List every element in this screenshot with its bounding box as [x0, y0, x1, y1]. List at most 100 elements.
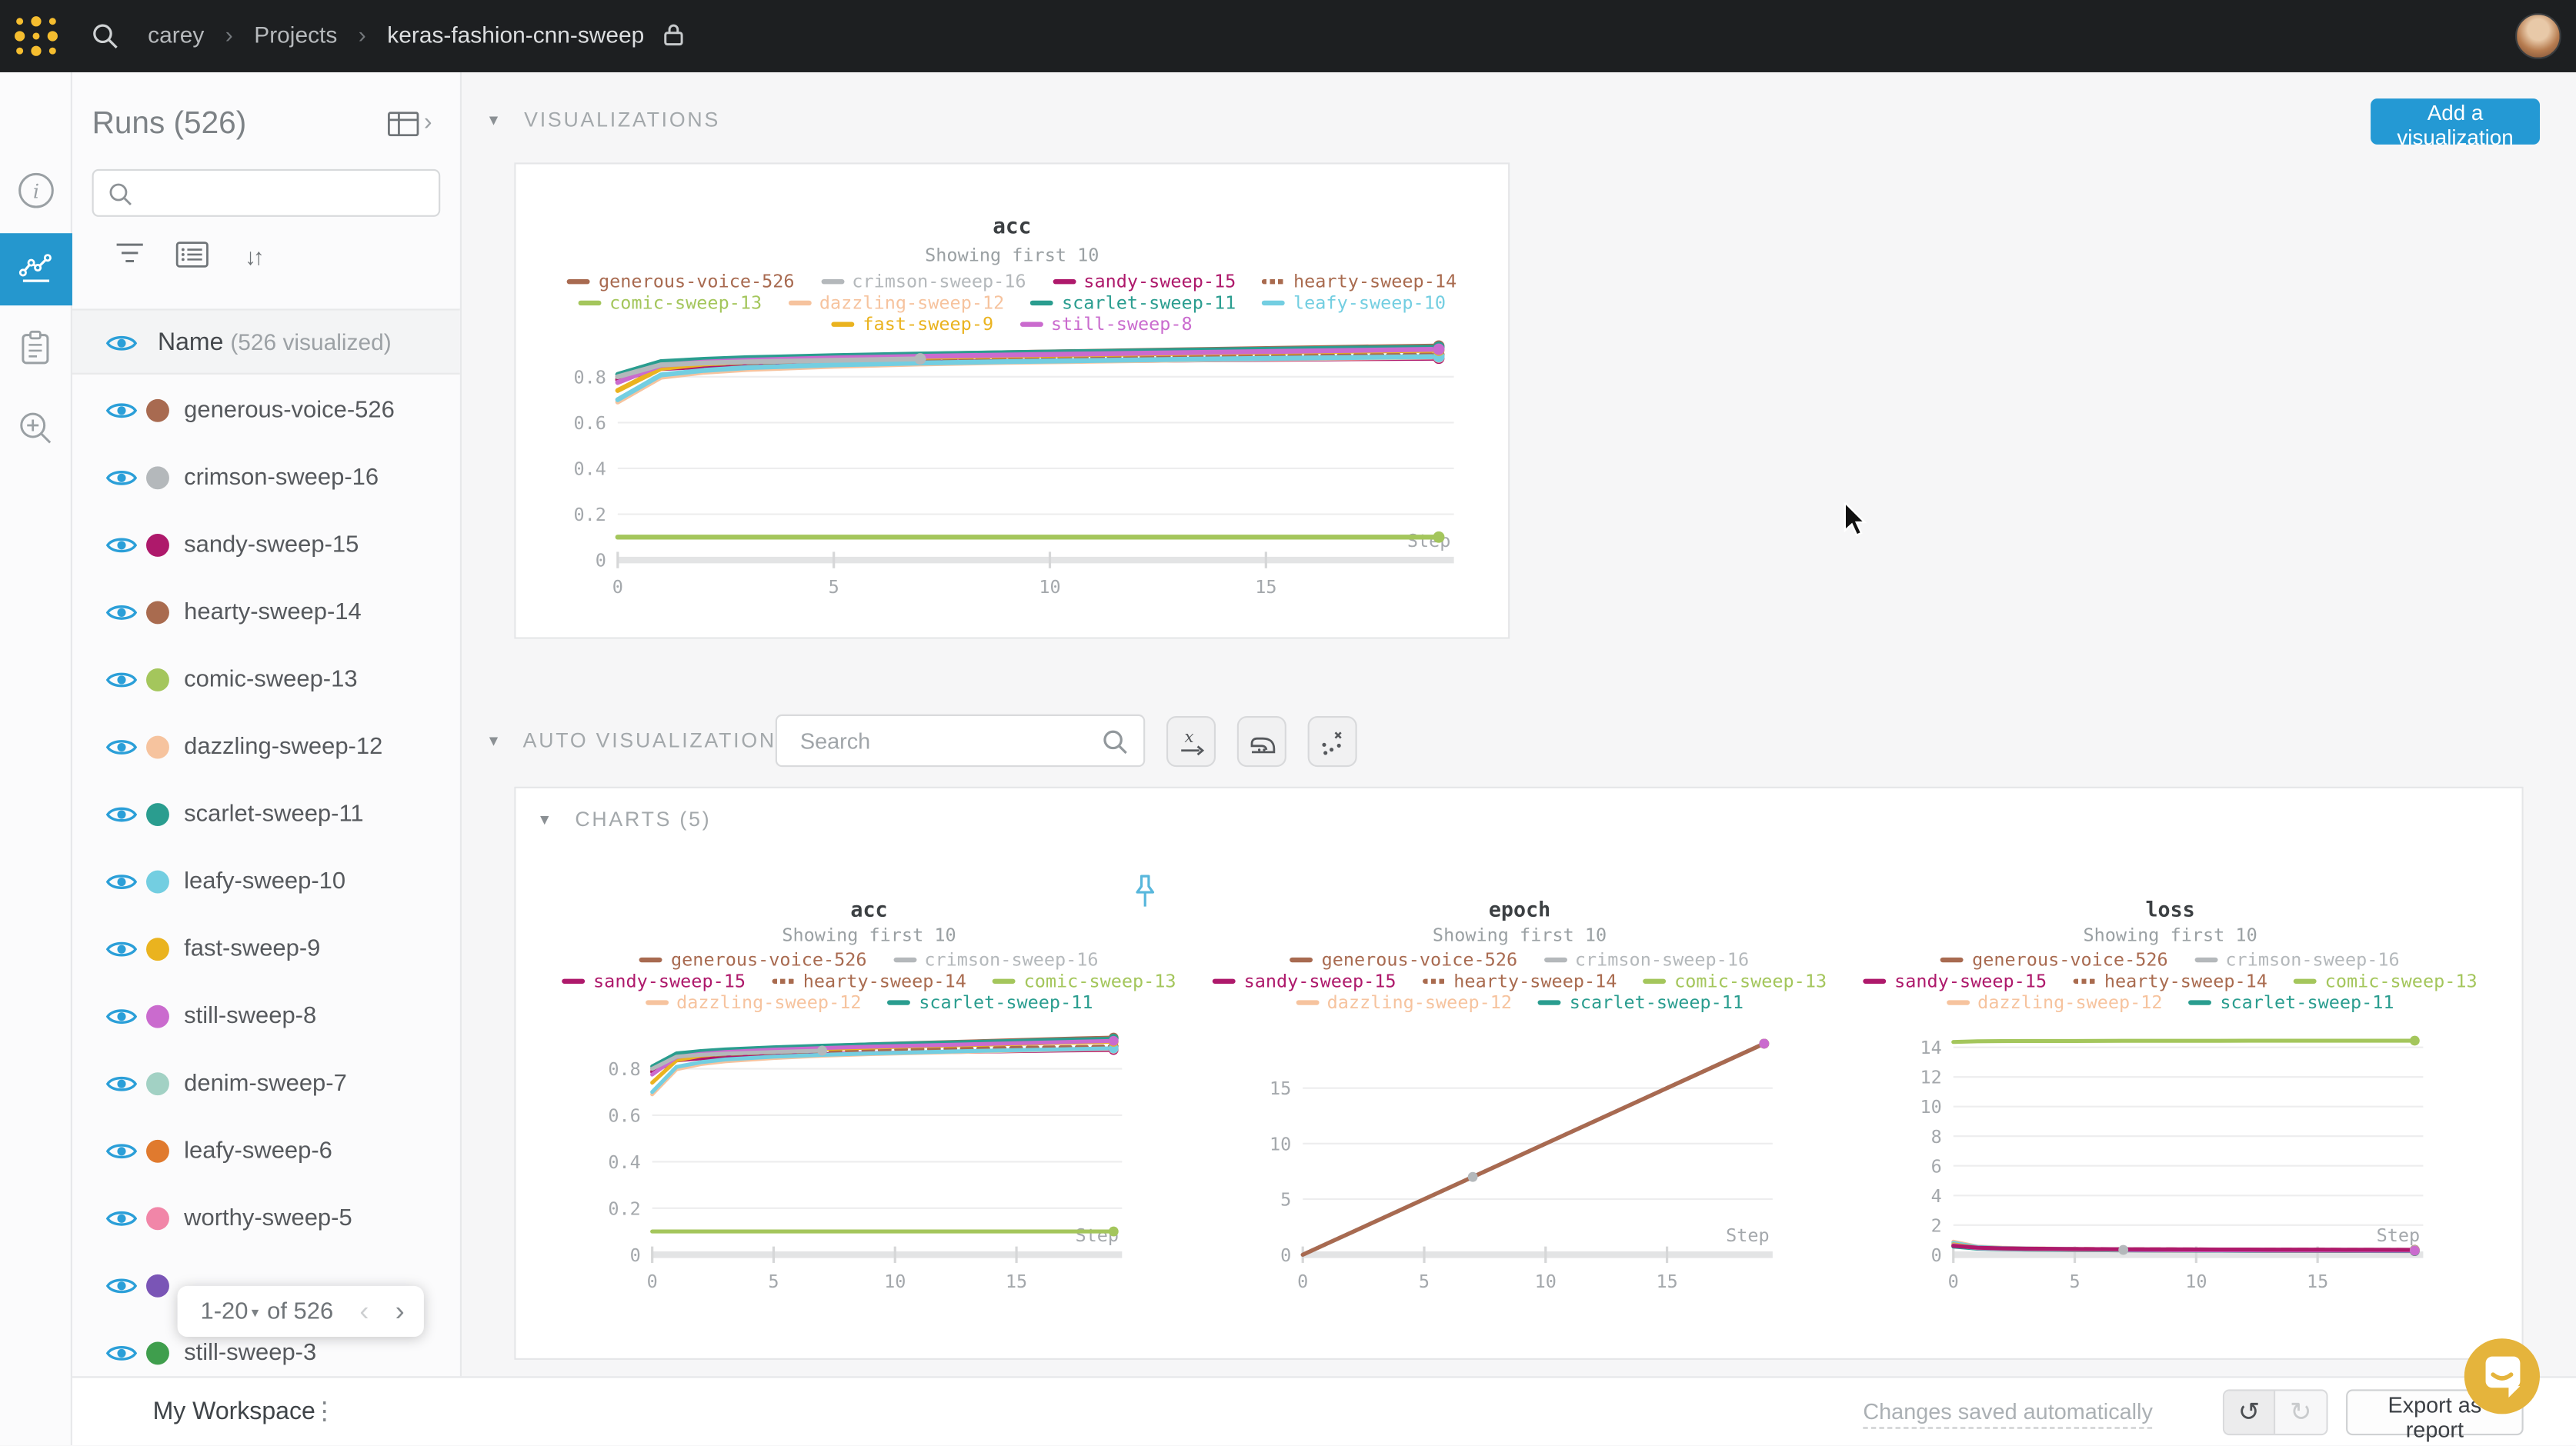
expand-table-chevron[interactable]: › [424, 108, 432, 136]
run-row[interactable]: comic-sweep-13 [72, 645, 460, 713]
legend-entry[interactable]: generous-voice-526 [1941, 949, 2168, 971]
legend-entry[interactable]: comic-sweep-13 [2294, 971, 2478, 992]
legend-entry[interactable]: hearty-sweep-14 [2073, 971, 2267, 992]
run-row[interactable]: sandy-sweep-15 [72, 511, 460, 578]
legend-entry[interactable]: scarlet-sweep-11 [888, 992, 1093, 1014]
collapse-triangle-icon[interactable]: ▼ [486, 732, 503, 748]
visibility-eye-icon[interactable] [105, 1005, 138, 1028]
run-name[interactable]: denim-sweep-7 [184, 1071, 347, 1097]
list-settings-icon[interactable] [175, 242, 209, 268]
run-row[interactable]: generous-voice-526 [72, 376, 460, 444]
visibility-eye-icon[interactable] [105, 534, 138, 557]
visibility-eye-icon[interactable] [105, 399, 138, 422]
run-name[interactable]: still-sweep-8 [184, 1004, 316, 1030]
legend-entry[interactable]: sandy-sweep-15 [562, 971, 746, 992]
legend-entry[interactable]: hearty-sweep-14 [772, 971, 966, 992]
visibility-eye-icon[interactable] [105, 803, 138, 826]
legend-entry[interactable]: comic-sweep-13 [579, 292, 762, 314]
run-name[interactable]: comic-sweep-13 [184, 667, 357, 693]
legend-entry[interactable]: generous-voice-526 [1290, 949, 1517, 971]
epoch-chart-panel[interactable]: epoch Showing first 10 generous-voice-52… [1247, 897, 1793, 1308]
legend-entry[interactable]: dazzling-sweep-12 [646, 992, 862, 1014]
run-row[interactable]: denim-sweep-7 [72, 1049, 460, 1117]
smoothing-button[interactable] [1237, 716, 1286, 767]
run-name[interactable]: dazzling-sweep-12 [184, 734, 382, 760]
legend-entry[interactable]: comic-sweep-13 [993, 971, 1176, 992]
collapse-triangle-icon[interactable]: ▼ [486, 112, 503, 128]
outliers-button[interactable] [1308, 716, 1357, 767]
caret-down-icon[interactable]: ▾ [252, 1304, 259, 1321]
notes-icon[interactable] [0, 312, 72, 385]
legend-entry[interactable]: crimson-sweep-16 [893, 949, 1099, 971]
legend-entry[interactable]: crimson-sweep-16 [1543, 949, 1749, 971]
breadcrumb-user[interactable]: carey [148, 22, 204, 48]
run-row[interactable]: still-sweep-8 [72, 982, 460, 1050]
run-name[interactable]: scarlet-sweep-11 [184, 801, 363, 828]
legend-entry[interactable]: hearty-sweep-14 [1262, 271, 1457, 292]
legend-entry[interactable]: comic-sweep-13 [1643, 971, 1827, 992]
legend-entry[interactable]: sandy-sweep-15 [1053, 271, 1236, 292]
breadcrumb-project-name[interactable]: keras-fashion-cnn-sweep [387, 22, 644, 48]
x-axis-settings-button[interactable]: x [1166, 716, 1216, 767]
search-icon[interactable] [92, 23, 118, 49]
legend-entry[interactable]: sandy-sweep-15 [1213, 971, 1396, 992]
runs-search-input[interactable] [143, 175, 422, 210]
legend-entry[interactable]: scarlet-sweep-11 [2189, 992, 2394, 1014]
visibility-eye-icon[interactable] [105, 601, 138, 624]
legend-entry[interactable]: crimson-sweep-16 [821, 271, 1026, 292]
run-name[interactable]: still-sweep-3 [184, 1340, 316, 1366]
run-row[interactable]: worthy-sweep-5 [72, 1184, 460, 1251]
acc-chart-panel[interactable]: acc Showing first 10 generous-voice-526c… [596, 897, 1142, 1308]
acc-panel-card[interactable]: acc Showing first 10 generous-voice-526c… [514, 162, 1510, 638]
runs-column-name[interactable]: Name [158, 328, 223, 356]
chat-bubble-button[interactable] [2464, 1338, 2540, 1414]
visibility-eye-icon[interactable] [105, 1140, 138, 1163]
run-name[interactable]: worthy-sweep-5 [184, 1205, 352, 1231]
legend-entry[interactable]: scarlet-sweep-11 [1030, 292, 1236, 314]
run-name[interactable]: hearty-sweep-14 [184, 599, 362, 625]
legend-entry[interactable]: dazzling-sweep-12 [1947, 992, 2163, 1014]
visualizations-section-header[interactable]: ▼ VISUALIZATIONS [486, 108, 720, 132]
collapse-triangle-icon[interactable]: ▼ [537, 811, 554, 828]
legend-entry[interactable]: crimson-sweep-16 [2194, 949, 2400, 971]
visibility-eye-icon[interactable] [105, 1207, 138, 1230]
legend-entry[interactable]: generous-voice-526 [567, 271, 794, 292]
visibility-eye-icon[interactable] [105, 1274, 138, 1298]
page-range-dropdown[interactable]: 1-20 [200, 1298, 248, 1324]
workspace-title[interactable]: My Workspace [153, 1398, 315, 1425]
kebab-menu-icon[interactable]: ⋮ [312, 1396, 337, 1425]
legend-entry[interactable]: scarlet-sweep-11 [1538, 992, 1743, 1014]
filter-icon[interactable] [115, 242, 144, 265]
visibility-eye-icon[interactable] [105, 938, 138, 961]
run-row[interactable]: dazzling-sweep-12 [72, 713, 460, 781]
legend-entry[interactable]: generous-voice-526 [639, 949, 866, 971]
prev-page-button[interactable]: ‹ [359, 1295, 369, 1328]
visibility-eye-icon[interactable] [105, 668, 138, 691]
run-row[interactable]: hearty-sweep-14 [72, 578, 460, 646]
legend-entry[interactable]: sandy-sweep-15 [1864, 971, 2047, 992]
visibility-eye-icon[interactable] [105, 871, 138, 894]
auto-visualizations-section-header[interactable]: ▼ AUTO VISUALIZATIONS [486, 729, 792, 752]
legend-entry[interactable]: dazzling-sweep-12 [1296, 992, 1512, 1014]
run-name[interactable]: leafy-sweep-10 [184, 869, 345, 895]
sort-icon[interactable]: ↓↑ [245, 243, 261, 269]
run-name[interactable]: sandy-sweep-15 [184, 532, 359, 558]
visibility-eye-icon[interactable] [105, 332, 138, 355]
run-name[interactable]: crimson-sweep-16 [184, 465, 379, 491]
next-page-button[interactable]: › [395, 1295, 405, 1328]
loss-chart-panel[interactable]: loss Showing first 10 generous-voice-526… [1897, 897, 2443, 1308]
run-name[interactable]: fast-sweep-9 [184, 936, 320, 962]
info-icon[interactable]: i [0, 155, 72, 227]
legend-entry[interactable]: dazzling-sweep-12 [788, 292, 1004, 314]
visibility-eye-icon[interactable] [105, 1341, 138, 1364]
run-row[interactable]: fast-sweep-9 [72, 915, 460, 982]
legend-entry[interactable]: hearty-sweep-14 [1423, 971, 1617, 992]
visibility-eye-icon[interactable] [105, 736, 138, 759]
legend-entry[interactable]: leafy-sweep-10 [1262, 292, 1446, 314]
run-name[interactable]: leafy-sweep-6 [184, 1138, 332, 1164]
add-visualization-button[interactable]: Add a visualization [2371, 98, 2540, 145]
runs-table-icon[interactable] [388, 112, 419, 136]
run-name[interactable]: generous-voice-526 [184, 398, 395, 424]
auto-viz-search-input[interactable] [797, 722, 1085, 758]
charts-section-header[interactable]: ▼ CHARTS (5) [537, 808, 711, 831]
